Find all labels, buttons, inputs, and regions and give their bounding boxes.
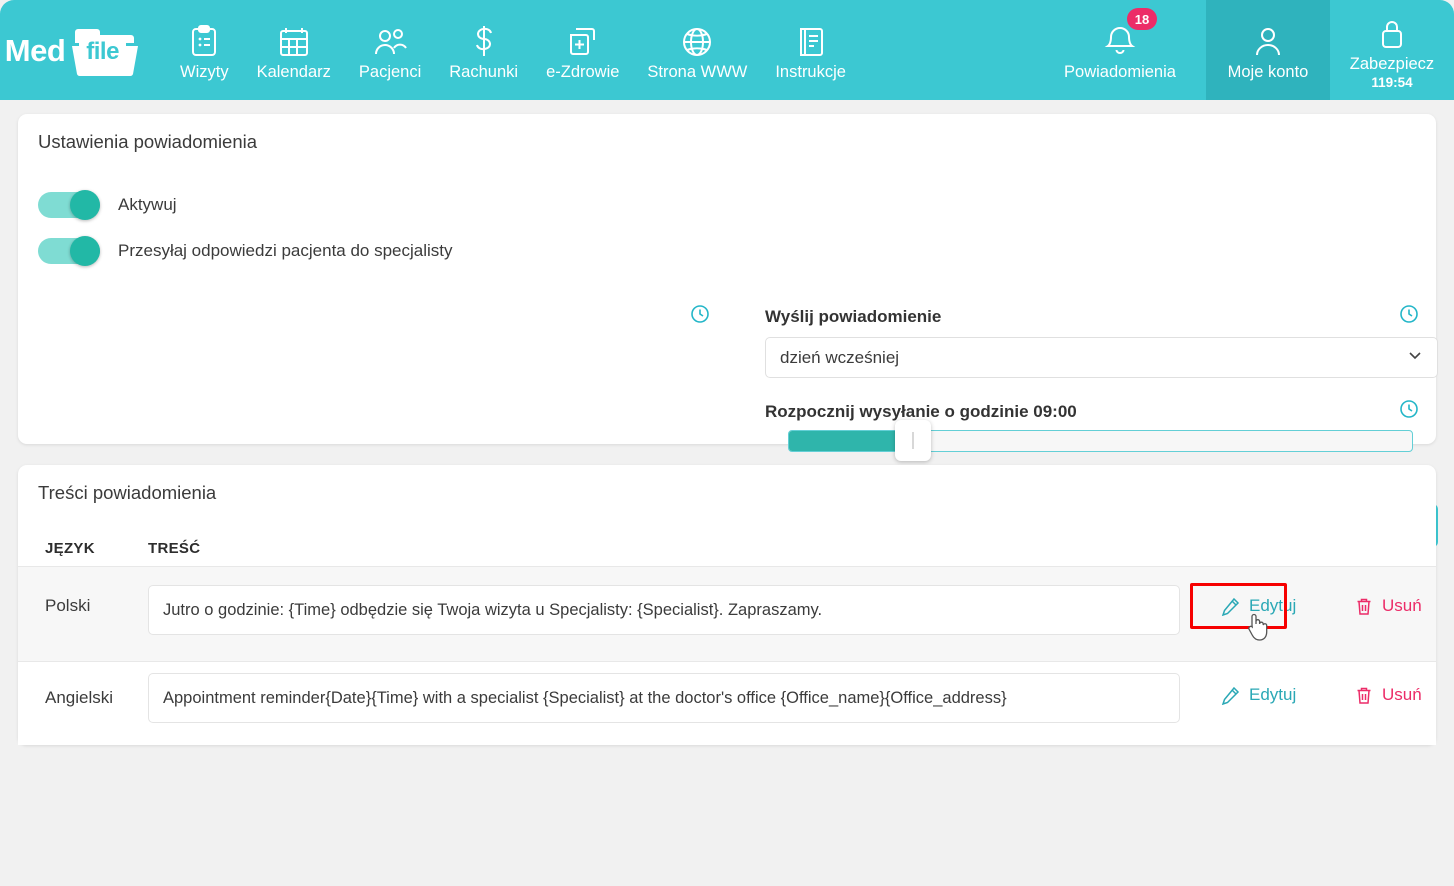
book-icon xyxy=(796,18,826,58)
column-header-content: TREŚĆ xyxy=(148,540,201,557)
nav-item-kalendarz[interactable]: Kalendarz xyxy=(243,0,345,100)
nav-item-strona-www[interactable]: Strona WWW xyxy=(633,0,761,100)
calendar-icon xyxy=(278,18,310,58)
send-notification-value: dzień wcześniej xyxy=(780,347,900,367)
nav-item-e-zdrowie[interactable]: e-Zdrowie xyxy=(532,0,633,100)
nav-item-zabezpiecz[interactable]: Zabezpiecz 119:54 xyxy=(1330,0,1454,100)
toggle-forward-responses[interactable]: Przesyłaj odpowiedzi pacjenta do specjal… xyxy=(38,236,453,266)
secondary-nav-items: 18 Powiadomienia Moje konto Zabezpiecz 1… xyxy=(1034,0,1454,100)
toggle-forward-label: Przesyłaj odpowiedzi pacjenta do specjal… xyxy=(118,241,453,260)
clock-icon[interactable] xyxy=(1399,399,1419,424)
nav-label-kalendarz: Kalendarz xyxy=(256,63,331,82)
settings-card-title: Ustawienia powiadomienia xyxy=(38,131,258,152)
slider-fill xyxy=(789,431,895,451)
table-row: Polski Jutro o godzinie: {Time} odbędzie… xyxy=(18,566,1436,661)
nav-label-moje-konto: Moje konto xyxy=(1227,63,1309,82)
app-root: Med file Wizyty Kalendarz Pacjenci Rachu… xyxy=(0,0,1454,886)
clock-icon[interactable] xyxy=(1399,304,1419,329)
nav-label-zabezpiecz: Zabezpiecz xyxy=(1349,54,1435,73)
content-text-input[interactable]: Appointment reminder{Date}{Time} with a … xyxy=(148,673,1180,723)
edit-content-label: Edytuj xyxy=(1249,685,1297,704)
nav-label-strona-www: Strona WWW xyxy=(647,63,748,82)
nav-item-wizyty[interactable]: Wizyty xyxy=(166,0,243,100)
start-time-label: Rozpocznij wysyłanie o godzinie 09:00 xyxy=(765,402,1077,421)
notification-contents-card: Treści powiadomienia + Dodaj treść JĘZYK… xyxy=(18,465,1436,745)
delete-content-label: Usuń xyxy=(1382,685,1422,704)
toggle-activate-label: Aktywuj xyxy=(118,195,177,214)
pencil-icon xyxy=(1221,597,1240,616)
delete-content-button[interactable]: Usuń xyxy=(1355,685,1422,705)
nav-item-pacjenci[interactable]: Pacjenci xyxy=(345,0,435,100)
start-time-slider[interactable] xyxy=(788,420,1413,461)
toggle-activate-switch[interactable] xyxy=(38,190,100,220)
primary-nav-items: Wizyty Kalendarz Pacjenci Rachunki e-Zdr… xyxy=(148,0,1034,100)
logo-file-text: file xyxy=(86,38,119,65)
toggle-activate[interactable]: Aktywuj xyxy=(38,190,177,220)
nav-item-powiadomienia[interactable]: 18 Powiadomienia xyxy=(1034,0,1206,100)
nav-label-wizyty: Wizyty xyxy=(180,63,229,82)
nav-label-instrukcje: Instrukcje xyxy=(775,63,846,82)
notification-settings-card: Ustawienia powiadomienia Aktywuj Przesył… xyxy=(18,114,1438,547)
lock-icon xyxy=(1378,10,1406,50)
nav-item-rachunki[interactable]: Rachunki xyxy=(435,0,532,100)
chevron-down-icon xyxy=(1407,347,1423,368)
send-notification-select[interactable]: dzień wcześniej xyxy=(765,337,1438,378)
folder-icon: file xyxy=(67,22,143,78)
notification-count-badge: 18 xyxy=(1127,8,1157,30)
toggle-forward-switch[interactable] xyxy=(38,236,100,266)
clipboard-list-icon xyxy=(189,18,219,58)
slider-grip-icon xyxy=(912,432,914,449)
nav-item-moje-konto[interactable]: Moje konto xyxy=(1206,0,1330,100)
app-logo[interactable]: Med file xyxy=(0,0,148,100)
column-header-language: JĘZYK xyxy=(45,540,95,557)
delete-content-label: Usuń xyxy=(1382,596,1422,615)
row-language-label: Polski xyxy=(45,596,91,615)
top-navigation-bar: Med file Wizyty Kalendarz Pacjenci Rachu… xyxy=(0,0,1454,100)
contents-card-title: Treści powiadomienia xyxy=(38,482,217,503)
toggle-knob xyxy=(70,190,100,220)
nav-label-powiadomienia: Powiadomienia xyxy=(1064,63,1176,82)
nav-item-instrukcje[interactable]: Instrukcje xyxy=(761,0,860,100)
clock-icon[interactable] xyxy=(690,304,710,329)
row-divider xyxy=(18,661,1436,662)
row-language-label: Angielski xyxy=(45,688,114,707)
delete-content-button[interactable]: Usuń xyxy=(1355,596,1422,616)
edit-content-label: Edytuj xyxy=(1249,596,1297,615)
content-text-input[interactable]: Jutro o godzinie: {Time} odbędzie się Tw… xyxy=(148,585,1180,635)
users-icon xyxy=(372,18,408,58)
nav-label-pacjenci: Pacjenci xyxy=(358,63,422,82)
logo-med-text: Med xyxy=(4,32,66,68)
table-row: Angielski Appointment reminder{Date}{Tim… xyxy=(18,661,1436,745)
session-timer: 119:54 xyxy=(1371,75,1413,91)
nav-label-e-zdrowie: e-Zdrowie xyxy=(546,63,620,82)
globe-icon xyxy=(681,18,713,58)
edit-content-button[interactable]: Edytuj xyxy=(1221,596,1296,616)
send-notification-label: Wyślij powiadomienie xyxy=(765,307,942,326)
toggle-knob xyxy=(70,236,100,266)
row-divider xyxy=(18,566,1436,567)
slider-handle[interactable] xyxy=(895,420,931,461)
medical-file-plus-icon xyxy=(567,18,599,58)
pencil-icon xyxy=(1221,686,1240,705)
trash-icon xyxy=(1355,686,1373,705)
trash-icon xyxy=(1355,597,1373,616)
dollar-icon xyxy=(471,18,497,58)
nav-label-rachunki: Rachunki xyxy=(449,63,519,82)
edit-content-button[interactable]: Edytuj xyxy=(1221,685,1296,705)
logo-file-chip: file xyxy=(79,38,126,67)
user-icon xyxy=(1253,18,1283,58)
